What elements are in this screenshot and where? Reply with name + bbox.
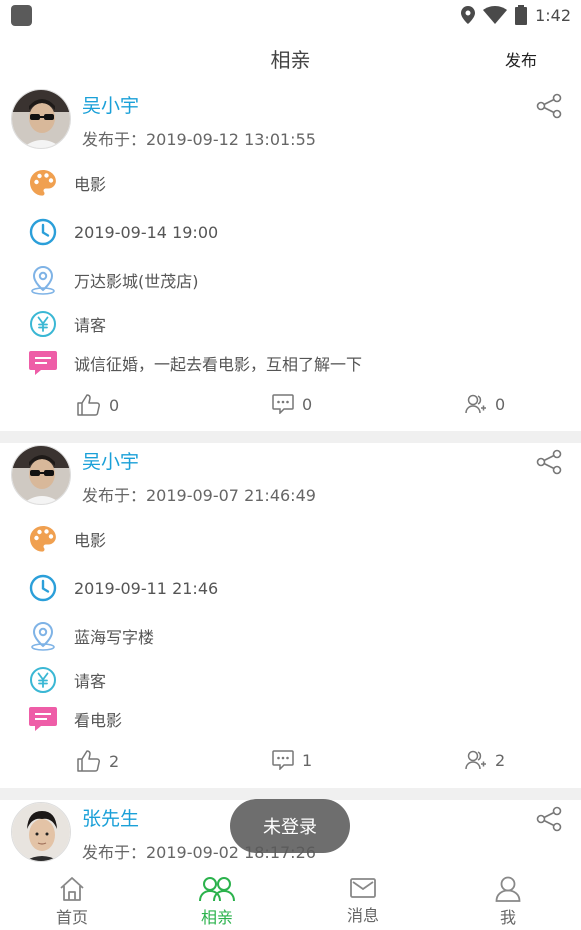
post-actions: 0 0 0 xyxy=(0,394,581,418)
payment-text: 请客 xyxy=(74,672,107,691)
bottom-tab-bar: 首页 相亲 消息 我 xyxy=(0,866,581,930)
like-count: 2 xyxy=(109,751,120,771)
page-title: 相亲 xyxy=(270,48,311,72)
comment-button[interactable]: 1 xyxy=(272,750,312,770)
tab-home[interactable]: 首页 xyxy=(22,866,122,930)
avatar[interactable] xyxy=(11,802,71,862)
message-text: 诚信征婚，一起去看电影，互相了解一下 xyxy=(74,355,363,374)
comment-icon xyxy=(272,750,294,770)
location-icon xyxy=(28,621,58,651)
datetime-text: 2019-09-14 19:00 xyxy=(74,222,219,242)
participants-icon xyxy=(465,750,486,770)
message-row: 诚信征婚，一起去看电影，互相了解一下 xyxy=(28,348,362,378)
location-text: 万达影城(世茂店) xyxy=(74,272,199,291)
category-row: 电影 xyxy=(28,168,106,198)
message-text: 看电影 xyxy=(74,711,123,730)
location-text: 蓝海写字楼 xyxy=(74,628,155,647)
thumbs-up-icon xyxy=(77,750,100,772)
post-author[interactable]: 吴小宇 xyxy=(82,447,139,474)
location-row: 蓝海写字楼 xyxy=(28,621,154,651)
publish-button[interactable]: 发布 xyxy=(505,47,537,71)
yen-icon xyxy=(28,309,58,339)
avatar[interactable] xyxy=(11,445,71,505)
clock-icon xyxy=(28,217,58,247)
post-time: 发布于：2019-09-12 13:01:55 xyxy=(82,130,316,149)
participants-count: 2 xyxy=(495,750,506,770)
wifi-icon xyxy=(483,6,508,24)
tab-dating[interactable]: 相亲 xyxy=(167,866,267,930)
payment-row: 请客 xyxy=(28,665,106,695)
person-icon xyxy=(495,876,521,902)
people-icon xyxy=(199,877,235,902)
location-pin-icon xyxy=(461,6,476,24)
avatar[interactable] xyxy=(11,89,71,149)
post-card[interactable]: 吴小宇 发布于：2019-09-07 21:46:49 电影 2019-09-1… xyxy=(0,443,581,788)
tab-messages[interactable]: 消息 xyxy=(313,866,413,930)
yen-icon xyxy=(28,665,58,695)
payment-row: 请客 xyxy=(28,309,106,339)
tab-dating-label: 相亲 xyxy=(200,908,233,927)
share-icon[interactable] xyxy=(536,806,562,832)
mail-icon xyxy=(350,878,376,898)
tab-me-label: 我 xyxy=(499,908,516,927)
message-icon xyxy=(28,704,58,734)
thumbs-up-icon xyxy=(77,394,100,416)
toast-message: 未登录 xyxy=(230,799,350,853)
post-actions: 2 1 2 xyxy=(0,750,581,774)
palette-icon xyxy=(28,524,58,554)
participants-button[interactable]: 2 xyxy=(465,750,505,770)
palette-icon xyxy=(28,168,58,198)
payment-text: 请客 xyxy=(74,316,107,335)
message-row: 看电影 xyxy=(28,704,122,734)
status-time: 1:42 xyxy=(535,5,571,25)
status-indicators: 1:42 xyxy=(461,4,571,26)
home-icon xyxy=(60,877,84,901)
location-icon xyxy=(28,265,58,295)
post-card[interactable]: 吴小宇 发布于：2019-09-12 13:01:55 电影 2019-09-1… xyxy=(0,84,581,431)
comment-count: 1 xyxy=(302,750,313,770)
participants-icon xyxy=(465,394,486,414)
comment-button[interactable]: 0 xyxy=(272,394,312,414)
tab-messages-label: 消息 xyxy=(346,906,379,925)
share-icon[interactable] xyxy=(536,449,562,475)
app-header: 相亲 发布 xyxy=(0,32,581,84)
status-bar: 1:42 xyxy=(0,0,581,32)
share-icon[interactable] xyxy=(536,93,562,119)
participants-button[interactable]: 0 xyxy=(465,394,505,414)
app-notification-icon xyxy=(11,5,32,26)
battery-icon xyxy=(515,5,528,25)
post-time: 发布于：2019-09-07 21:46:49 xyxy=(82,486,316,505)
clock-icon xyxy=(28,573,58,603)
post-author[interactable]: 吴小宇 xyxy=(82,91,139,118)
datetime-row: 2019-09-11 21:46 xyxy=(28,573,218,603)
divider xyxy=(0,431,581,443)
tab-me[interactable]: 我 xyxy=(458,866,558,930)
location-row: 万达影城(世茂店) xyxy=(28,265,199,295)
participants-count: 0 xyxy=(495,394,506,414)
category-text: 电影 xyxy=(74,531,107,550)
datetime-row: 2019-09-14 19:00 xyxy=(28,217,218,247)
comment-icon xyxy=(272,394,294,414)
comment-count: 0 xyxy=(302,394,313,414)
like-button[interactable]: 2 xyxy=(77,750,119,772)
message-icon xyxy=(28,348,58,378)
like-button[interactable]: 0 xyxy=(77,394,119,416)
category-row: 电影 xyxy=(28,524,106,554)
category-text: 电影 xyxy=(74,175,107,194)
datetime-text: 2019-09-11 21:46 xyxy=(74,578,219,598)
like-count: 0 xyxy=(109,395,120,415)
post-author[interactable]: 张先生 xyxy=(82,804,139,831)
tab-home-label: 首页 xyxy=(55,908,88,927)
